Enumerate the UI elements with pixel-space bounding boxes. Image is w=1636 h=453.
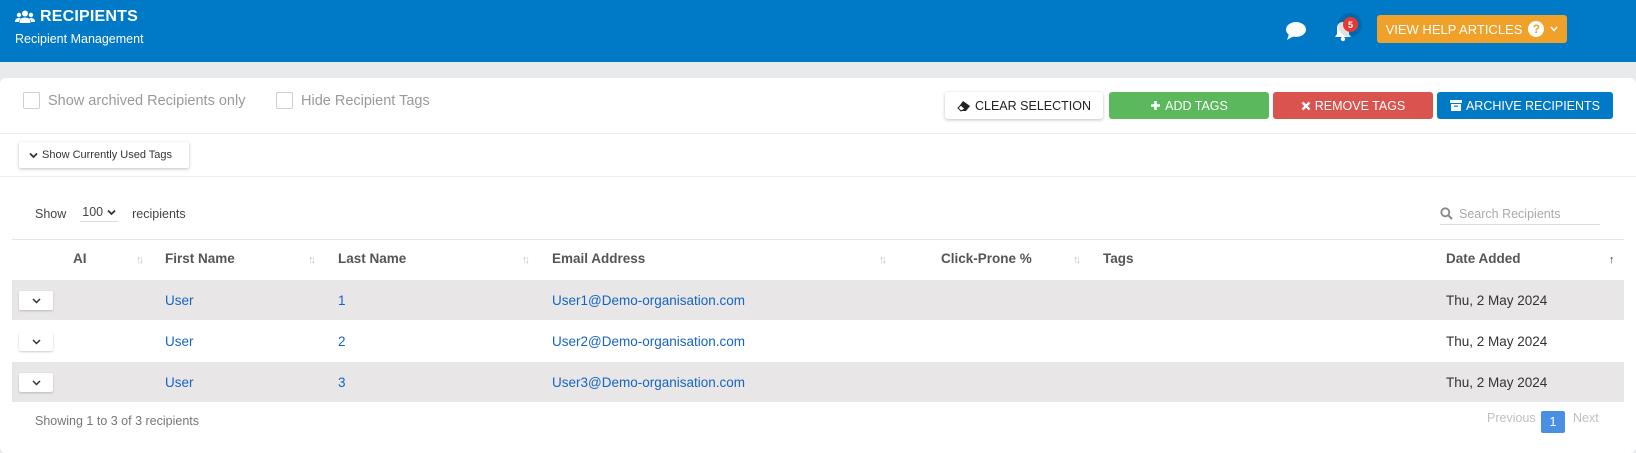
- chevron-down-icon: [31, 338, 41, 345]
- date-added-cell: Thu, 2 May 2024: [1446, 334, 1548, 349]
- page-size-select[interactable]: 100: [80, 205, 119, 222]
- table-info: Showing 1 to 3 of 3 recipients: [35, 414, 199, 428]
- clear-selection-label: CLEAR SELECTION: [974, 98, 1091, 113]
- clear-selection-button[interactable]: CLEAR SELECTION: [945, 92, 1103, 119]
- archive-recipients-button[interactable]: ARCHIVE RECIPIENTS: [1437, 92, 1613, 119]
- remove-tags-button[interactable]: REMOVE TAGS: [1273, 92, 1433, 119]
- column-header-ai[interactable]: AI: [73, 251, 87, 266]
- show-archived-label: Show archived Recipients only: [48, 92, 246, 109]
- table-row[interactable]: User 1 User1@Demo-organisation.com Thu, …: [12, 280, 1624, 320]
- show-label: Show: [35, 206, 67, 221]
- page-subtitle: Recipient Management: [15, 32, 144, 46]
- divider: [0, 176, 1636, 177]
- search-icon: [1440, 207, 1453, 220]
- chevron-down-icon: [29, 152, 38, 158]
- search-box: [1440, 203, 1600, 225]
- sort-icon[interactable]: ↑↓: [308, 254, 316, 266]
- sort-asc-icon[interactable]: ↑: [1609, 254, 1614, 266]
- column-header-date-added[interactable]: Date Added: [1446, 251, 1521, 266]
- first-name-cell[interactable]: User: [165, 334, 194, 349]
- remove-tags-label: REMOVE TAGS: [1314, 98, 1406, 113]
- table-header-divider: [12, 239, 1624, 240]
- times-icon: [1301, 101, 1311, 110]
- column-header-email[interactable]: Email Address: [552, 251, 645, 266]
- sort-icon[interactable]: ↑↓: [136, 254, 144, 266]
- help-button-label: VIEW HELP ARTICLES: [1385, 21, 1523, 37]
- sort-icon[interactable]: ↑↓: [879, 254, 887, 266]
- first-name-cell[interactable]: User: [165, 293, 194, 308]
- chevron-down-icon: [1550, 26, 1558, 32]
- eraser-icon: [957, 100, 970, 112]
- table-row[interactable]: User 2 User2@Demo-organisation.com Thu, …: [12, 321, 1624, 361]
- last-name-cell[interactable]: 1: [338, 293, 346, 308]
- date-added-cell: Thu, 2 May 2024: [1446, 375, 1548, 390]
- divider: [0, 133, 1636, 134]
- column-header-first-name[interactable]: First Name: [165, 251, 235, 266]
- last-name-cell[interactable]: 2: [338, 334, 346, 349]
- last-name-cell[interactable]: 3: [338, 375, 346, 390]
- hide-tags-label: Hide Recipient Tags: [301, 92, 430, 109]
- table-row[interactable]: User 3 User3@Demo-organisation.com Thu, …: [12, 362, 1624, 402]
- users-icon: [15, 10, 35, 23]
- expand-row-button[interactable]: [19, 291, 53, 310]
- notification-count: 5: [1343, 17, 1358, 32]
- first-name-cell[interactable]: User: [165, 375, 194, 390]
- show-used-tags-label: Show Currently Used Tags: [42, 149, 173, 161]
- column-header-click-prone[interactable]: Click-Prone %: [941, 251, 1032, 266]
- entries-label: recipients: [132, 206, 186, 221]
- notification-badge: 5: [1338, 13, 1362, 37]
- show-used-tags-toggle[interactable]: Show Currently Used Tags: [19, 142, 189, 168]
- page-title-row: RECIPIENTS: [15, 8, 138, 26]
- previous-page-button[interactable]: Previous: [1487, 411, 1536, 425]
- page-length-control: Show 100 recipients: [35, 205, 186, 222]
- page-size-value: 100: [82, 205, 104, 219]
- archive-icon: [1449, 100, 1462, 111]
- show-archived-checkbox[interactable]: [23, 92, 40, 109]
- date-added-cell: Thu, 2 May 2024: [1446, 293, 1548, 308]
- hide-tags-checkbox[interactable]: [276, 92, 293, 109]
- question-icon: ?: [1528, 21, 1545, 37]
- sort-icon[interactable]: ↑↓: [1073, 254, 1081, 266]
- chat-icon[interactable]: [1285, 21, 1307, 41]
- sort-icon[interactable]: ↑↓: [522, 254, 530, 266]
- expand-row-button[interactable]: [19, 332, 53, 351]
- show-archived-option[interactable]: Show archived Recipients only: [23, 92, 245, 109]
- page-title: RECIPIENTS: [40, 8, 139, 25]
- search-input[interactable]: [1459, 206, 1594, 221]
- expand-row-button[interactable]: [19, 373, 53, 392]
- archive-recipients-label: ARCHIVE RECIPIENTS: [1465, 98, 1601, 113]
- column-header-last-name[interactable]: Last Name: [338, 251, 406, 266]
- chevron-down-icon: [31, 379, 41, 386]
- view-help-articles-button[interactable]: VIEW HELP ARTICLES ?: [1377, 15, 1567, 43]
- hide-tags-option[interactable]: Hide Recipient Tags: [276, 92, 430, 109]
- page-header: RECIPIENTS Recipient Management 5 VIEW H…: [0, 0, 1636, 62]
- next-page-button[interactable]: Next: [1573, 411, 1599, 425]
- add-tags-button[interactable]: ADD TAGS: [1109, 92, 1269, 119]
- chevron-down-icon: [31, 297, 41, 304]
- email-cell[interactable]: User3@Demo-organisation.com: [552, 375, 745, 390]
- page-1-button[interactable]: 1: [1541, 411, 1565, 433]
- plus-icon: [1151, 101, 1161, 110]
- email-cell[interactable]: User2@Demo-organisation.com: [552, 334, 745, 349]
- chevron-down-icon: [107, 209, 116, 215]
- email-cell[interactable]: User1@Demo-organisation.com: [552, 293, 745, 308]
- column-header-tags: Tags: [1103, 251, 1134, 266]
- add-tags-label: ADD TAGS: [1165, 98, 1228, 113]
